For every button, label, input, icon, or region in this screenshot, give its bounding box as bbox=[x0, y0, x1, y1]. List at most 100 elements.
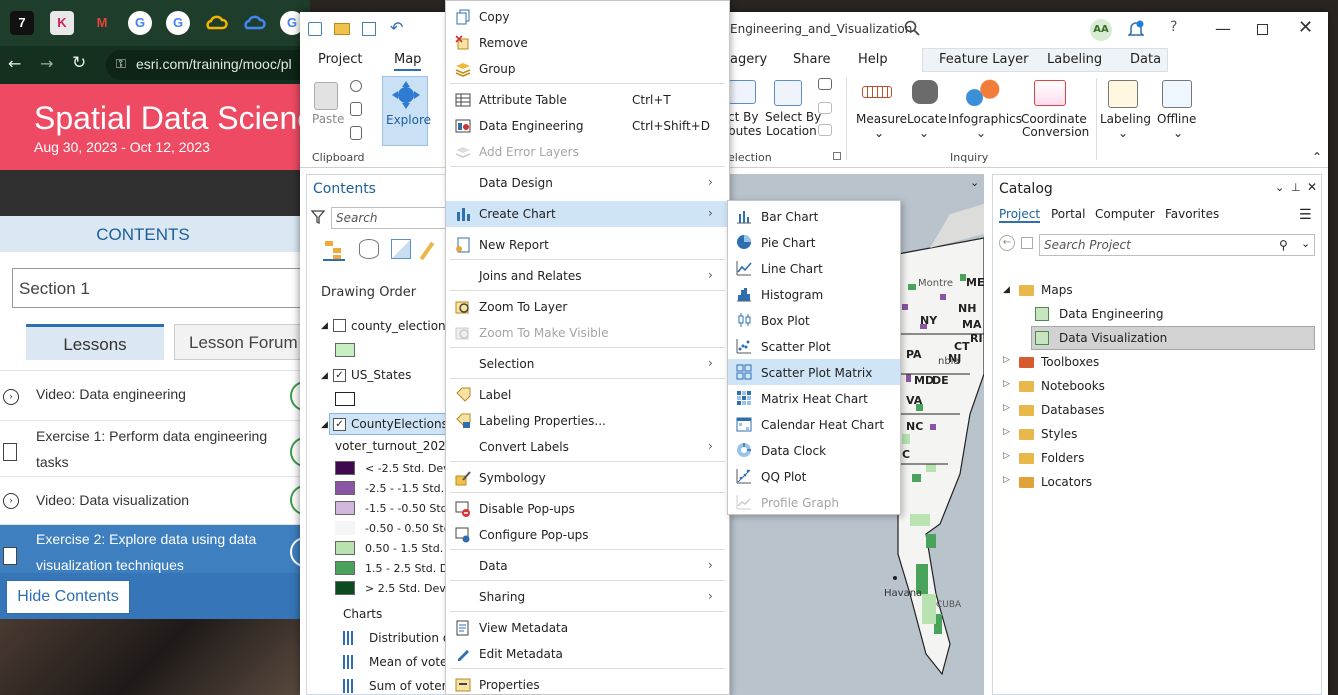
menu-item-new-report[interactable]: New Report bbox=[446, 232, 729, 258]
menu-item-label-toggle[interactable]: Label bbox=[446, 382, 729, 408]
lesson-item[interactable]: › Video: Data engineering bbox=[0, 370, 310, 420]
catalog-node[interactable]: Styles bbox=[1041, 427, 1077, 441]
coordinate-conversion-label-2[interactable]: Conversion bbox=[1022, 125, 1089, 139]
lesson-item[interactable]: Exercise 1: Perform data engineering tas… bbox=[0, 420, 310, 476]
submenu-item-histogram[interactable]: Histogram bbox=[728, 281, 900, 307]
infographics-label[interactable]: Infographics bbox=[948, 112, 1022, 126]
new-project-icon[interactable] bbox=[308, 22, 322, 36]
layer-visibility-checkbox[interactable]: ✓ bbox=[333, 369, 346, 382]
catalog-node[interactable]: Notebooks bbox=[1041, 379, 1105, 393]
layer-visibility-checkbox[interactable]: ✓ bbox=[333, 418, 346, 431]
collapse-icon[interactable]: ◢ bbox=[1003, 285, 1010, 295]
menu-item-convert-labels[interactable]: Convert Labels › bbox=[446, 434, 729, 460]
catalog-tab-project[interactable]: Project bbox=[999, 207, 1041, 223]
locate-label[interactable]: Locate bbox=[907, 112, 947, 126]
clear-selection-icon[interactable] bbox=[818, 102, 832, 114]
layer-symbol-swatch[interactable] bbox=[335, 392, 355, 406]
attributes-icon[interactable] bbox=[818, 78, 832, 90]
list-by-source-icon[interactable] bbox=[359, 239, 379, 259]
submenu-item-data-clock[interactable]: Data Clock bbox=[728, 437, 900, 463]
catalog-node[interactable]: Locators bbox=[1041, 475, 1092, 489]
tab-share[interactable]: Share bbox=[793, 52, 831, 67]
tab-data[interactable]: Data bbox=[1130, 52, 1161, 67]
offline-icon[interactable] bbox=[1162, 80, 1192, 108]
menu-item-copy[interactable]: Copy bbox=[446, 4, 729, 30]
submenu-item-calendar-heat-chart[interactable]: Calendar Heat Chart bbox=[728, 411, 900, 437]
expand-icon[interactable]: ▷ bbox=[1003, 355, 1010, 365]
catalog-search-input[interactable]: Search Project bbox=[1039, 234, 1315, 256]
selection-dialog-launcher-icon[interactable] bbox=[833, 152, 841, 160]
lesson-item[interactable]: › Video: Data visualization bbox=[0, 476, 310, 524]
expand-icon[interactable]: ▷ bbox=[1003, 427, 1010, 437]
menu-item-group[interactable]: Group bbox=[446, 56, 729, 82]
catalog-node-maps[interactable]: Maps bbox=[1041, 283, 1073, 297]
browser-tab[interactable]: G bbox=[128, 11, 152, 35]
paste-button-label[interactable]: Paste bbox=[312, 112, 344, 126]
menu-item-zoom-to-layer[interactable]: Zoom To Layer bbox=[446, 294, 729, 320]
avatar[interactable]: AA bbox=[1090, 19, 1112, 41]
save-icon[interactable] bbox=[362, 22, 376, 36]
submenu-item-box-plot[interactable]: Box Plot bbox=[728, 307, 900, 333]
maximize-icon[interactable] bbox=[1257, 24, 1268, 35]
close-pane-icon[interactable]: ✕ bbox=[1307, 180, 1317, 194]
submenu-item-pie-chart[interactable]: Pie Chart bbox=[728, 229, 900, 255]
menu-item-selection[interactable]: Selection › bbox=[446, 351, 729, 377]
minimize-icon[interactable]: — bbox=[1215, 19, 1231, 38]
back-icon[interactable]: ← bbox=[8, 54, 21, 73]
reload-icon[interactable]: ↻ bbox=[72, 53, 86, 73]
menu-item-view-metadata[interactable]: View Metadata bbox=[446, 615, 729, 641]
coordinate-conversion-icon[interactable] bbox=[1034, 80, 1066, 106]
browser-tab[interactable]: 7 bbox=[10, 11, 34, 35]
menu-item-disable-popups[interactable]: Disable Pop-ups bbox=[446, 496, 729, 522]
menu-item-joins-relates[interactable]: Joins and Relates › bbox=[446, 263, 729, 289]
collapse-icon[interactable]: ◢ bbox=[321, 420, 328, 430]
zoom-to-selection-icon[interactable] bbox=[818, 124, 832, 136]
collapse-icon[interactable]: ◢ bbox=[321, 371, 328, 381]
measure-icon[interactable] bbox=[862, 86, 892, 98]
select-by-attributes-label-2[interactable]: butes bbox=[728, 124, 762, 138]
tab-help[interactable]: Help bbox=[858, 52, 888, 67]
close-icon[interactable]: ✕ bbox=[1298, 17, 1313, 38]
browser-tab[interactable]: M bbox=[90, 11, 114, 35]
menu-item-add-error-layers[interactable]: Add Error Layers bbox=[446, 139, 729, 165]
menu-item-edit-metadata[interactable]: Edit Metadata bbox=[446, 641, 729, 667]
catalog-map-item[interactable]: Data Visualization bbox=[1059, 331, 1167, 345]
locate-icon[interactable] bbox=[912, 80, 938, 104]
menu-item-configure-popups[interactable]: Configure Pop-ups bbox=[446, 522, 729, 548]
select-by-location-label[interactable]: Select By bbox=[765, 110, 821, 124]
undo-icon[interactable]: ↶ bbox=[390, 18, 403, 37]
menu-item-data[interactable]: Data › bbox=[446, 553, 729, 579]
collapse-icon[interactable]: ◢ bbox=[321, 321, 328, 331]
list-by-editing-icon[interactable] bbox=[419, 241, 435, 261]
cloud-tab-icon[interactable] bbox=[204, 11, 228, 35]
tab-project[interactable]: Project bbox=[318, 52, 362, 67]
select-by-attributes-icon[interactable] bbox=[728, 80, 756, 104]
menu-item-zoom-to-make-visible[interactable]: Zoom To Make Visible bbox=[446, 320, 729, 346]
submenu-item-profile-graph[interactable]: Profile Graph bbox=[728, 489, 900, 515]
expand-icon[interactable]: ▷ bbox=[1003, 475, 1010, 485]
copy-icon[interactable] bbox=[350, 102, 362, 116]
notification-icon[interactable] bbox=[1127, 20, 1145, 41]
menu-item-symbology[interactable]: Symbology bbox=[446, 465, 729, 491]
open-project-icon[interactable] bbox=[334, 23, 350, 35]
cloud-tab-icon[interactable] bbox=[242, 11, 266, 35]
explore-button[interactable]: Explore bbox=[382, 76, 431, 146]
offline-label[interactable]: Offline bbox=[1157, 112, 1196, 126]
labeling-dropdown-icon[interactable]: ⌄ bbox=[1118, 126, 1128, 140]
catalog-map-item[interactable]: Data Engineering bbox=[1059, 307, 1163, 321]
catalog-node[interactable]: Databases bbox=[1041, 403, 1105, 417]
collapse-ribbon-icon[interactable]: ⌃ bbox=[1312, 150, 1322, 164]
catalog-node[interactable]: Toolboxes bbox=[1041, 355, 1099, 369]
help-icon[interactable]: ? bbox=[1170, 19, 1177, 35]
chart-item[interactable]: Mean of voter_ bbox=[369, 655, 451, 669]
search-icon[interactable]: ⚲ bbox=[1279, 238, 1288, 252]
url-field[interactable]: ⚿ esri.com/training/mooc/pl bbox=[106, 50, 310, 80]
section-select[interactable]: Section 1 bbox=[12, 268, 310, 308]
tab-lessons[interactable]: Lessons bbox=[26, 324, 164, 360]
infographics-icon[interactable] bbox=[966, 78, 1000, 106]
paste-icon[interactable] bbox=[314, 82, 338, 110]
menu-item-data-design[interactable]: Data Design › bbox=[446, 170, 729, 196]
back-icon[interactable]: ← bbox=[999, 235, 1015, 251]
submenu-item-line-chart[interactable]: Line Chart bbox=[728, 255, 900, 281]
tab-imagery[interactable]: agery bbox=[730, 52, 767, 67]
